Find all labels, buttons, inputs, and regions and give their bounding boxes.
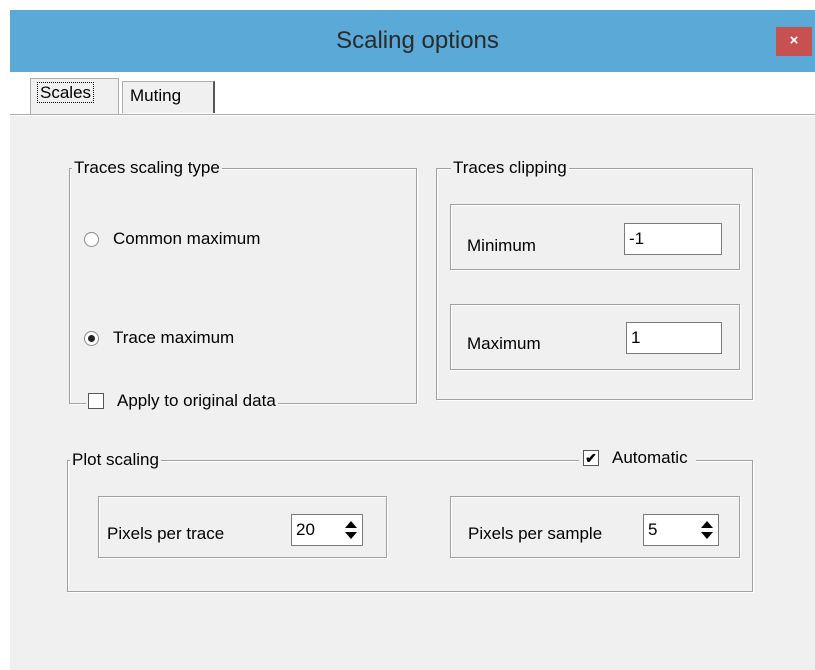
tab-muting-label: Muting xyxy=(130,86,182,105)
scales-panel: Traces scaling type Common maximum Trace… xyxy=(10,116,815,670)
spin-up-icon[interactable] xyxy=(345,521,357,528)
dialog-window: Scaling options × Scales Muting Traces s… xyxy=(10,10,815,670)
traces-scaling-group xyxy=(69,168,417,404)
minimum-input[interactable] xyxy=(624,223,722,255)
automatic-checkbox[interactable]: ✔ xyxy=(583,450,599,466)
apply-original-checkbox[interactable] xyxy=(88,393,104,409)
spin-up-icon[interactable] xyxy=(701,521,713,528)
pixels-per-sample-spinner[interactable] xyxy=(698,515,716,545)
radio-trace-maximum-circle[interactable] xyxy=(84,330,99,346)
radio-common-maximum-label: Common maximum xyxy=(113,229,261,248)
title-bar[interactable]: Scaling options × xyxy=(10,10,815,72)
apply-original-label: Apply to original data xyxy=(117,391,276,410)
tab-strip: Scales Muting xyxy=(10,72,815,116)
automatic-label: Automatic xyxy=(612,448,688,467)
pixels-per-trace-spinner[interactable] xyxy=(342,515,360,545)
automatic-row[interactable]: ✔ Automatic xyxy=(579,448,696,468)
radio-common-maximum-circle[interactable] xyxy=(84,231,99,247)
traces-scaling-legend: Traces scaling type xyxy=(72,158,222,178)
window-title: Scaling options xyxy=(336,27,499,54)
tab-muting[interactable]: Muting xyxy=(122,81,215,113)
plot-scaling-legend: Plot scaling xyxy=(70,450,161,470)
dialog-client-area: Scales Muting Traces scaling type Common… xyxy=(10,72,815,670)
maximum-label: Maximum xyxy=(467,334,541,353)
radio-trace-maximum[interactable]: Trace maximum xyxy=(84,328,234,348)
apply-original-row[interactable]: Apply to original data xyxy=(86,391,278,411)
tab-divider xyxy=(10,114,815,115)
spin-down-icon[interactable] xyxy=(345,532,357,539)
maximum-input[interactable] xyxy=(626,322,722,354)
minimum-label: Minimum xyxy=(467,236,536,255)
radio-common-maximum[interactable]: Common maximum xyxy=(84,229,260,249)
pixels-per-trace-label: Pixels per trace xyxy=(107,524,225,543)
tab-scales[interactable]: Scales xyxy=(30,78,119,114)
pixels-per-sample-label: Pixels per sample xyxy=(468,524,603,543)
spin-down-icon[interactable] xyxy=(701,532,713,539)
radio-trace-maximum-label: Trace maximum xyxy=(113,328,235,347)
tab-scales-label: Scales xyxy=(36,82,95,103)
traces-clipping-legend: Traces clipping xyxy=(451,158,569,178)
close-button[interactable]: × xyxy=(776,27,812,56)
